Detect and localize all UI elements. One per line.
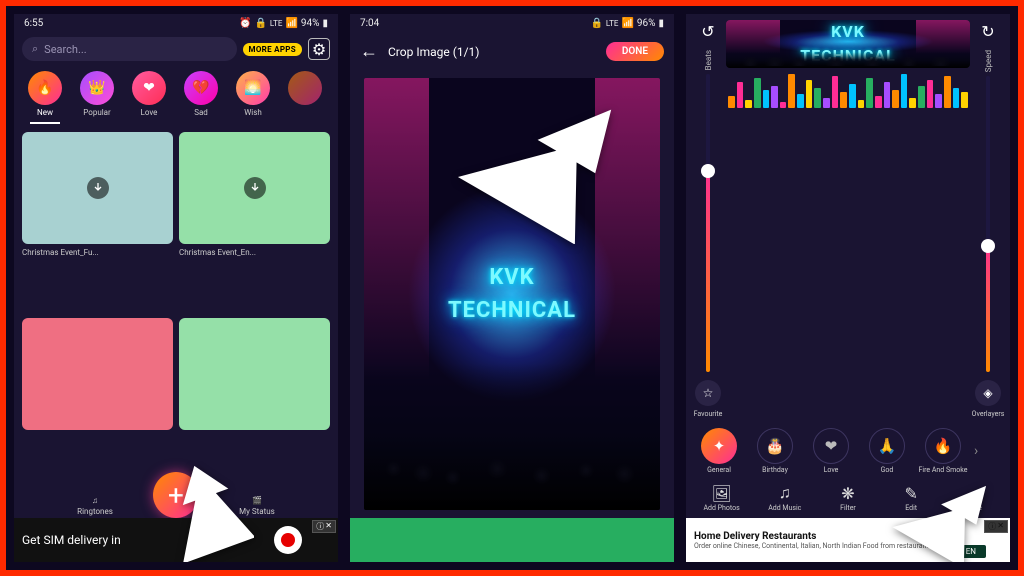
battery-icon: ▮ bbox=[322, 18, 328, 29]
broken-heart-icon: 💔 bbox=[192, 80, 209, 96]
search-placeholder: Search... bbox=[44, 43, 87, 56]
layers-icon: ◈ bbox=[983, 386, 992, 400]
equalizer-chart bbox=[726, 72, 970, 108]
tab-more[interactable] bbox=[282, 71, 328, 124]
annotation-arrow-icon bbox=[890, 458, 1000, 562]
battery-label: 96% bbox=[637, 18, 656, 29]
done-button[interactable]: DONE bbox=[606, 42, 664, 61]
annotation-arrow-icon bbox=[144, 456, 254, 562]
image-icon: 🖼 bbox=[713, 484, 731, 502]
beats-slider[interactable]: ↺ Beats ☆ Favourite bbox=[692, 20, 724, 418]
heartbeat-icon: ❤ bbox=[825, 437, 838, 455]
music-icon: ♫ bbox=[92, 496, 98, 505]
gear-icon: ⚙ bbox=[312, 40, 326, 59]
status-icons: ⏰🔒LTE📶 94% ▮ bbox=[239, 18, 328, 29]
template-card[interactable]: Christmas Event_Fu... bbox=[22, 132, 173, 312]
clock: 6:55 bbox=[24, 18, 43, 29]
ad-banner[interactable] bbox=[350, 518, 674, 562]
more-apps-button[interactable]: MORE APPS bbox=[243, 43, 302, 56]
search-icon: ⌕ bbox=[32, 42, 38, 56]
cake-icon: 🎂 bbox=[766, 437, 785, 455]
tab-wish[interactable]: 🌅 Wish bbox=[230, 71, 276, 124]
heart-icon: ❤ bbox=[143, 80, 155, 96]
template-grid: Christmas Event_Fu... Christmas Event_En… bbox=[14, 126, 338, 490]
battery-label: 94% bbox=[301, 18, 320, 29]
tab-new[interactable]: 🔥 New bbox=[22, 71, 68, 124]
tool-add-photos[interactable]: 🖼Add Photos bbox=[699, 484, 745, 512]
crown-icon: 👑 bbox=[88, 80, 105, 96]
category-tabs: 🔥 New 👑 Popular ❤ Love 💔 Sad 🌅 Wish bbox=[14, 65, 338, 126]
flame-icon: 🔥 bbox=[934, 437, 953, 455]
screen-editor: ↺ Beats ☆ Favourite KVK TECHNICAL bbox=[686, 14, 1010, 562]
ad-logo-icon bbox=[274, 526, 302, 554]
template-card[interactable]: Christmas Event_En... bbox=[179, 132, 330, 312]
screen-crop: 7:04 🔒LTE📶 96% ▮ ← Crop Image (1/1) DONE… bbox=[350, 14, 674, 562]
settings-button[interactable]: ⚙ bbox=[308, 38, 330, 60]
tab-love[interactable]: ❤ Love bbox=[126, 71, 172, 124]
sunrise-icon: 🌅 bbox=[244, 80, 261, 96]
favourite-button[interactable]: ☆ bbox=[695, 380, 721, 406]
speed-slider[interactable]: ↻ Speed ◈ Overlayers bbox=[972, 20, 1004, 418]
annotation-arrow-icon bbox=[454, 64, 634, 248]
page-title: Crop Image (1/1) bbox=[388, 45, 479, 59]
undo-icon[interactable]: ↺ bbox=[697, 20, 719, 42]
video-preview[interactable]: KVK TECHNICAL bbox=[726, 20, 970, 68]
effect-birthday[interactable]: 🎂 Birthday bbox=[750, 428, 800, 474]
ad-close-icon[interactable]: ⓘ✕ bbox=[312, 520, 336, 533]
effect-love[interactable]: ❤ Love bbox=[806, 428, 856, 474]
effect-general[interactable]: ✦ General bbox=[694, 428, 744, 474]
download-icon[interactable] bbox=[87, 177, 109, 199]
ad-text: Get SIM delivery in bbox=[22, 533, 121, 547]
status-icons: 🔒LTE📶 96% ▮ bbox=[590, 18, 664, 29]
music-icon: ♫ bbox=[776, 484, 794, 502]
tab-popular[interactable]: 👑 Popular bbox=[74, 71, 120, 124]
tab-sad[interactable]: 💔 Sad bbox=[178, 71, 224, 124]
battery-icon: ▮ bbox=[658, 18, 664, 29]
sparkle-icon: ✦ bbox=[713, 437, 726, 455]
star-icon: ☆ bbox=[703, 386, 714, 400]
status-bar: 7:04 🔒LTE📶 96% ▮ bbox=[350, 14, 674, 33]
preview-image: KVK TECHNICAL bbox=[448, 261, 576, 327]
redo-icon[interactable]: ↻ bbox=[977, 20, 999, 42]
search-input[interactable]: ⌕ Search... bbox=[22, 37, 237, 61]
flame-icon: 🔥 bbox=[36, 80, 53, 96]
chevron-right-icon[interactable]: › bbox=[974, 443, 986, 459]
overlayers-button[interactable]: ◈ bbox=[975, 380, 1001, 406]
status-bar: 6:55 ⏰🔒LTE📶 94% ▮ bbox=[14, 14, 338, 33]
download-icon[interactable] bbox=[244, 177, 266, 199]
tool-add-music[interactable]: ♫Add Music bbox=[762, 484, 808, 512]
nav-ringtones[interactable]: ♫ Ringtones bbox=[65, 496, 125, 516]
clock: 7:04 bbox=[360, 18, 379, 29]
screen-home: 6:55 ⏰🔒LTE📶 94% ▮ ⌕ Search... MORE APPS … bbox=[14, 14, 338, 562]
pray-icon: 🙏 bbox=[878, 437, 897, 455]
back-button[interactable]: ← bbox=[360, 41, 378, 62]
tool-filter[interactable]: ❋Filter bbox=[825, 484, 871, 512]
atom-icon: ❋ bbox=[839, 484, 857, 502]
